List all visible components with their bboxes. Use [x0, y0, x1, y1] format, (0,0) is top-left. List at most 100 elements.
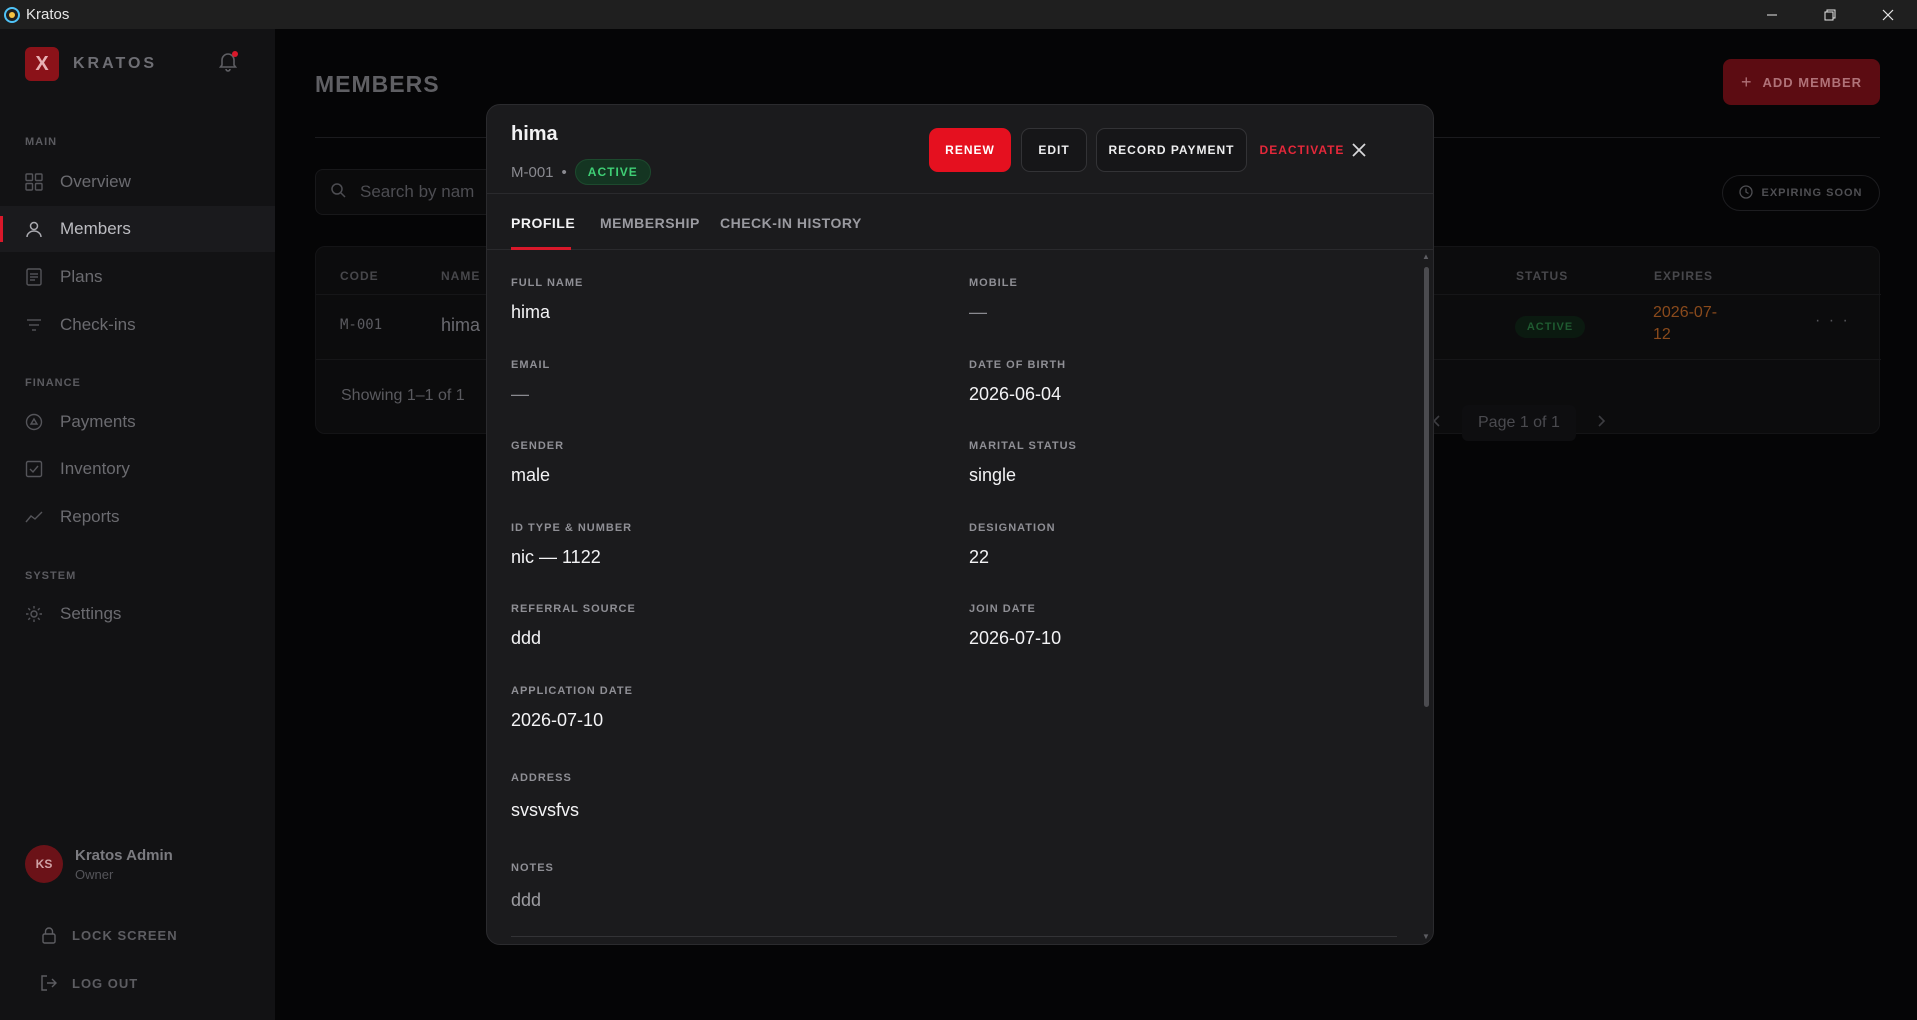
section-label-main: MAIN: [25, 136, 58, 148]
sidebar: X KRATOS MAIN Overview Members Plans Che…: [0, 29, 275, 1020]
section-label-system: SYSTEM: [25, 570, 77, 582]
row-expires-line2: 12: [1653, 326, 1671, 343]
user-name: Kratos Admin: [75, 846, 173, 864]
renew-button[interactable]: RENEW: [929, 128, 1011, 172]
window-titlebar: Kratos: [0, 0, 1917, 29]
sidebar-item-label: Members: [60, 219, 131, 238]
lock-screen-button[interactable]: LOCK SCREEN: [40, 926, 178, 944]
sidebar-item-plans[interactable]: Plans: [0, 254, 275, 300]
add-member-label: ADD MEMBER: [1762, 74, 1863, 90]
avatar: KS: [25, 845, 63, 883]
designation-value: 22: [969, 547, 990, 567]
page-indicator: Page 1 of 1: [1462, 405, 1576, 441]
separator-dot: •: [561, 163, 567, 181]
id-type-label: ID TYPE & NUMBER: [511, 522, 633, 534]
sidebar-item-payments[interactable]: Payments: [0, 399, 275, 445]
brand-name: KRATOS: [73, 55, 158, 72]
gear-icon: [25, 605, 43, 623]
user-profile[interactable]: KS Kratos Admin Owner: [25, 845, 173, 883]
application-date-label: APPLICATION DATE: [511, 685, 633, 697]
tab-check-in-history[interactable]: CHECK-IN HISTORY: [720, 215, 862, 231]
sidebar-item-inventory[interactable]: Inventory: [0, 446, 275, 492]
column-header-status[interactable]: STATUS: [1516, 269, 1568, 283]
dob-label: DATE OF BIRTH: [969, 359, 1067, 371]
email-value: —: [511, 384, 529, 404]
column-header-name[interactable]: NAME: [441, 269, 480, 283]
member-detail-modal: hima M-001 • ACTIVE RENEW EDIT RECORD PA…: [486, 104, 1434, 945]
page-title: MEMBERS: [315, 71, 440, 97]
scroll-up-icon[interactable]: ▲: [1422, 253, 1430, 261]
mobile-value: —: [969, 302, 987, 322]
sidebar-item-members[interactable]: Members: [0, 206, 275, 252]
active-tab-indicator: [511, 247, 571, 250]
notifications-button[interactable]: [216, 49, 240, 73]
row-expires-line1: 2026-07-: [1653, 304, 1718, 321]
notes-value: ddd: [511, 890, 542, 910]
search-icon: [330, 182, 346, 203]
close-window-icon[interactable]: [1859, 0, 1917, 29]
search-input[interactable]: Search by nam: [315, 169, 515, 215]
modal-tabs: PROFILE MEMBERSHIP CHECK-IN HISTORY: [487, 194, 1433, 250]
content-divider: [511, 936, 1397, 937]
logout-label: LOG OUT: [72, 975, 139, 991]
designation-label: DESIGNATION: [969, 522, 1056, 534]
sidebar-item-settings[interactable]: Settings: [0, 591, 275, 637]
scroll-thumb[interactable]: [1424, 267, 1429, 707]
join-date-value: 2026-07-10: [969, 628, 1062, 648]
tab-membership[interactable]: MEMBERSHIP: [600, 215, 700, 231]
row-menu-button[interactable]: · · ·: [1815, 312, 1850, 330]
row-name: hima: [441, 315, 481, 335]
close-icon[interactable]: [1345, 136, 1373, 164]
modal-header: hima M-001 • ACTIVE RENEW EDIT RECORD PA…: [487, 105, 1433, 194]
add-member-button[interactable]: + ADD MEMBER: [1723, 59, 1880, 105]
plus-icon: +: [1740, 71, 1753, 92]
lock-icon: [40, 926, 58, 944]
full-name-value: hima: [511, 302, 551, 322]
grid-icon: [25, 173, 43, 191]
dob-value: 2026-06-04: [969, 384, 1062, 404]
document-icon: [25, 268, 43, 286]
email-label: EMAIL: [511, 359, 551, 371]
sidebar-item-label: Reports: [60, 507, 120, 526]
minimize-icon[interactable]: [1743, 0, 1801, 29]
edit-button[interactable]: EDIT: [1021, 128, 1087, 172]
sidebar-item-overview[interactable]: Overview: [0, 159, 275, 205]
logout-button[interactable]: LOG OUT: [40, 974, 138, 992]
app-icon: [4, 6, 20, 23]
sidebar-item-label: Settings: [60, 604, 122, 623]
lock-screen-label: LOCK SCREEN: [72, 927, 178, 943]
brand-logo: X: [25, 47, 59, 81]
showing-count: Showing 1–1 of 1: [341, 387, 465, 404]
coin-icon: [25, 413, 43, 431]
deactivate-button[interactable]: DEACTIVATE: [1257, 128, 1347, 172]
modal-scrollbar[interactable]: ▲ ▼: [1422, 253, 1430, 941]
application-date-value: 2026-07-10: [511, 710, 604, 730]
notification-dot: [232, 51, 238, 57]
trend-icon: [25, 508, 43, 526]
scroll-down-icon[interactable]: ▼: [1422, 933, 1430, 941]
user-icon: [25, 220, 43, 238]
brand[interactable]: X KRATOS: [25, 47, 157, 81]
expiring-soon-filter[interactable]: EXPIRING SOON: [1722, 175, 1880, 211]
mobile-label: MOBILE: [969, 277, 1018, 289]
marital-status-label: MARITAL STATUS: [969, 440, 1077, 452]
referral-source-value: ddd: [511, 628, 542, 648]
chevron-right-icon[interactable]: [1594, 414, 1608, 433]
id-type-value: nic — 1122: [511, 547, 601, 567]
sidebar-item-check-ins[interactable]: Check-ins: [0, 302, 275, 348]
sidebar-item-label: Inventory: [60, 459, 130, 478]
column-header-code[interactable]: CODE: [340, 269, 379, 283]
record-payment-button[interactable]: RECORD PAYMENT: [1096, 128, 1247, 172]
tab-profile[interactable]: PROFILE: [511, 215, 575, 231]
section-label-finance: FINANCE: [25, 377, 81, 389]
logout-icon: [40, 974, 58, 992]
full-name-label: FULL NAME: [511, 277, 584, 289]
restore-icon[interactable]: [1801, 0, 1859, 29]
sidebar-item-reports[interactable]: Reports: [0, 494, 275, 540]
pagination: Page 1 of 1: [1430, 405, 1608, 441]
referral-source-label: REFERRAL SOURCE: [511, 603, 636, 615]
user-role: Owner: [75, 866, 114, 882]
gender-label: GENDER: [511, 440, 565, 452]
column-header-expires[interactable]: EXPIRES: [1654, 269, 1713, 283]
sidebar-item-label: Check-ins: [60, 315, 136, 334]
